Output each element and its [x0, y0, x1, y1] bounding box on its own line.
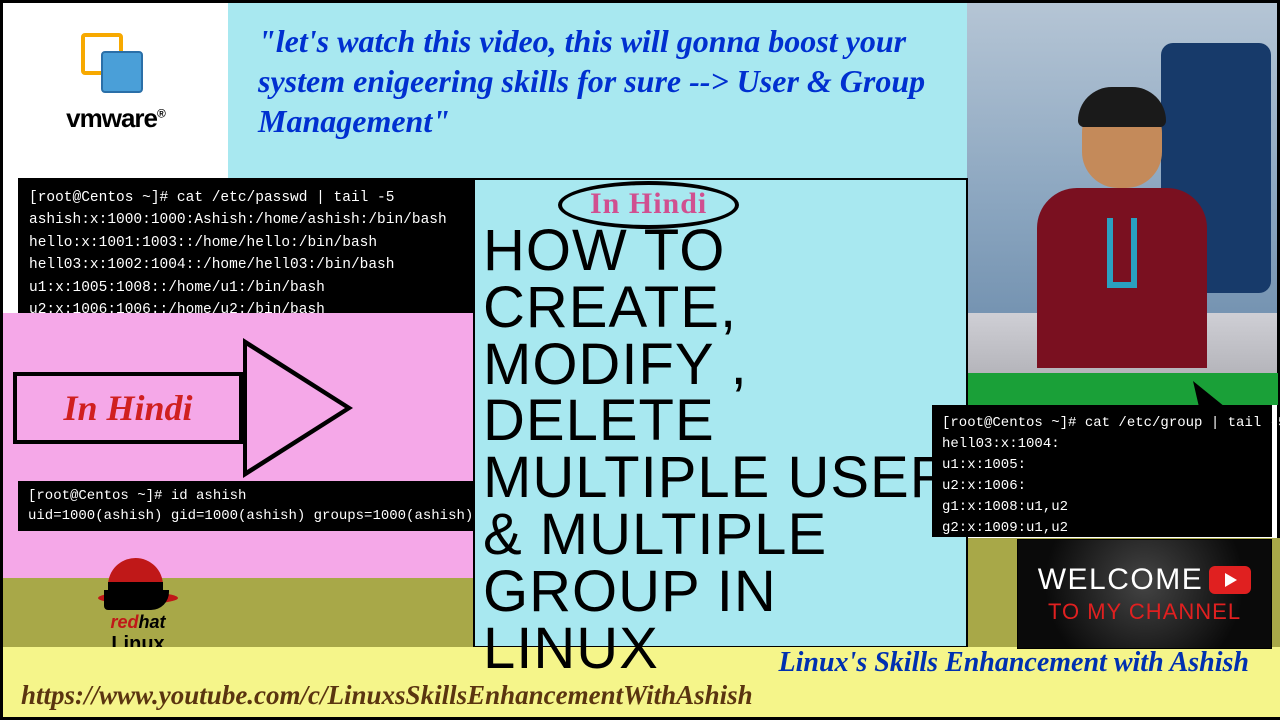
- terminal-id: [root@Centos ~]# id ashish uid=1000(ashi…: [18, 481, 473, 531]
- welcome-line1: WELCOME: [1038, 563, 1204, 597]
- arrow-in-hindi: In Hindi: [13, 338, 353, 478]
- welcome-banner: WELCOME TO MY CHANNEL: [1017, 539, 1272, 649]
- vmware-wordmark: vmware®: [66, 103, 165, 134]
- arrow-label: In Hindi: [63, 387, 192, 429]
- quote-text: "let's watch this video, this will gonna…: [258, 21, 938, 141]
- main-title: HOW TO CREATE, MODIFY , DELETE MULTIPLE …: [483, 223, 963, 678]
- vmware-logo-block: vmware®: [3, 3, 228, 163]
- arrow-tail: In Hindi: [13, 372, 243, 444]
- welcome-line2: TO MY CHANNEL: [1048, 599, 1241, 625]
- redhat-hat-icon: [98, 558, 178, 608]
- terminal-group: [root@Centos ~]# cat /etc/group | tail -…: [932, 405, 1272, 537]
- quote-banner: "let's watch this video, this will gonna…: [228, 3, 968, 178]
- channel-url: https://www.youtube.com/c/LinuxsSkillsEn…: [21, 680, 753, 711]
- hindi-badge-text: In Hindi: [590, 187, 707, 220]
- presenter-photo: [967, 3, 1277, 373]
- terminal-passwd: [root@Centos ~]# cat /etc/passwd | tail …: [18, 178, 473, 313]
- vmware-icon: [81, 33, 151, 93]
- arrow-head-icon: [243, 338, 353, 478]
- redhat-logo-block: redhat Linux: [63, 558, 213, 656]
- redhat-wordmark: redhat: [63, 612, 213, 633]
- channel-title: Linux's Skills Enhancement with Ashish: [779, 647, 1249, 679]
- hindi-badge: In Hindi: [558, 181, 739, 229]
- youtube-play-icon: [1209, 566, 1251, 594]
